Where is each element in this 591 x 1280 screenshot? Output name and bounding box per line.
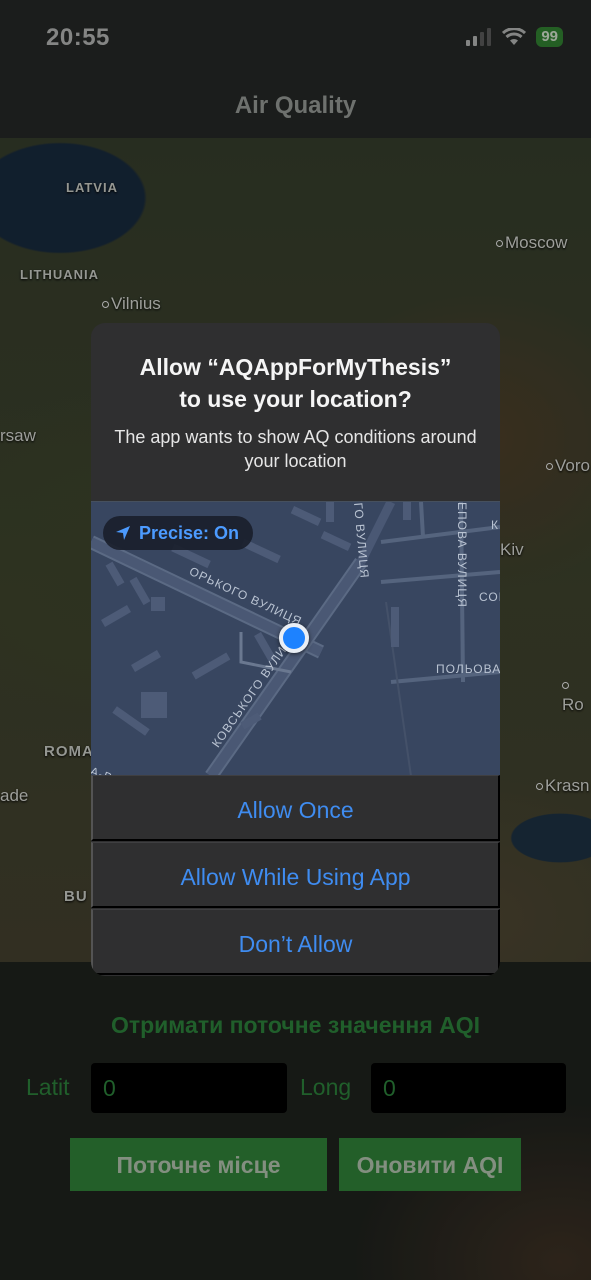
current-location-dot	[279, 623, 309, 653]
street-label-7: К	[491, 518, 499, 532]
street-label-4: ЕПОВА ВУЛИЦЯ	[455, 502, 469, 608]
street-label-5: ПОЛЬОВА	[436, 662, 500, 676]
allow-once-button[interactable]: Allow Once	[91, 775, 500, 841]
precise-label: Precise: On	[139, 522, 240, 543]
alert-title: Allow “AQAppForMyThesis” to use your loc…	[139, 354, 452, 412]
precise-toggle[interactable]: Precise: On	[103, 516, 254, 550]
location-permission-alert: Allow “AQAppForMyThesis” to use your loc…	[91, 323, 500, 976]
precise-location-map: Precise: On ОРЬКОГО ВУЛИЦЯ КОВСЬКОГО ВУЛ…	[91, 501, 500, 776]
allow-while-using-button[interactable]: Allow While Using App	[91, 842, 500, 908]
dont-allow-button[interactable]: Don’t Allow	[91, 909, 500, 975]
alert-message: The app wants to show AQ conditions arou…	[114, 427, 477, 471]
street-label-6: СОН	[479, 590, 500, 604]
location-arrow-icon	[116, 526, 130, 540]
